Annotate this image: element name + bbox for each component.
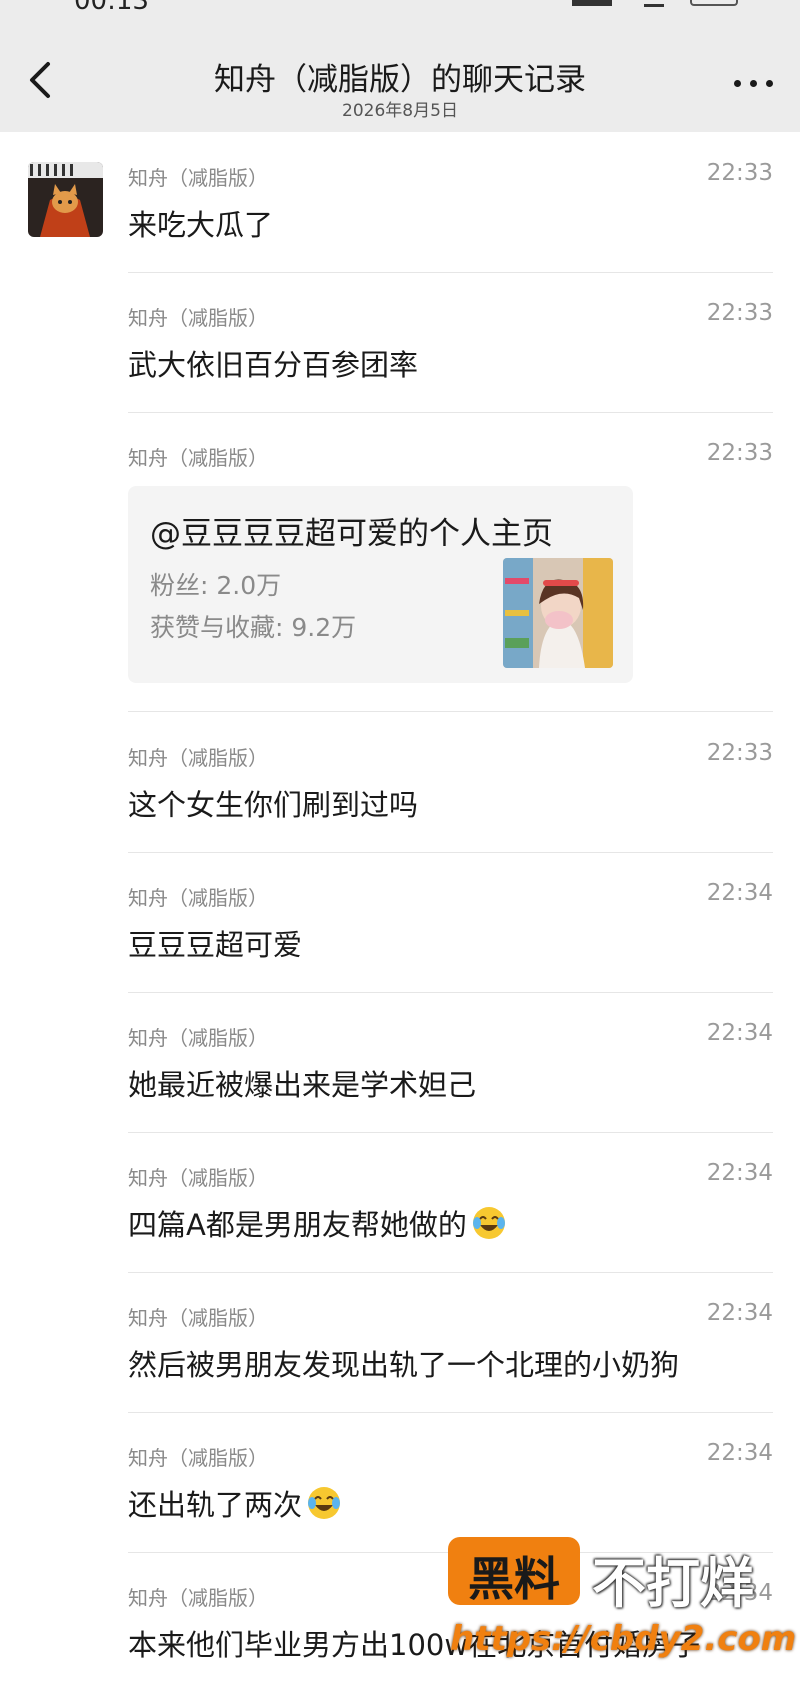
status-time: 00:13 (74, 0, 149, 16)
cat-avatar-icon (28, 162, 103, 237)
profile-thumbnail (503, 558, 613, 668)
message-text: 四篇A都是男朋友帮她做的 (128, 1202, 507, 1244)
divider (128, 852, 773, 853)
page-title: 知舟（减脂版）的聊天记录 (214, 62, 586, 98)
divider (128, 1272, 773, 1273)
message-time: 22:34 (706, 1300, 773, 1326)
message-text: 武大依旧百分百参团率 (128, 348, 419, 382)
message-item[interactable]: 知舟（减脂版） 22:33 来吃大瓜了 (128, 160, 773, 302)
battery-icon (690, 0, 738, 6)
sender-name: 知舟（减脂版） (128, 1586, 268, 1610)
message-time: 22:33 (706, 300, 773, 326)
message-text-content: 还出轨了两次 (128, 1488, 303, 1522)
message-item[interactable]: 知舟（减脂版） 22:34 她最近被爆出来是学术妲己 (128, 1020, 773, 1162)
message-time: 22:33 (706, 160, 773, 186)
message-item[interactable]: 知舟（减脂版） 22:34 豆豆豆超可爱 (128, 880, 773, 1022)
status-icons (572, 0, 742, 8)
message-text-content: 四篇A都是男朋友帮她做的 (128, 1208, 467, 1242)
sender-name: 知舟（减脂版） (128, 1446, 268, 1470)
page-date: 2026年8月5日 (342, 101, 458, 121)
divider (128, 1132, 773, 1133)
sender-name: 知舟（减脂版） (128, 746, 268, 770)
message-text: 然后被男朋友发现出轨了一个北理的小奶狗 (128, 1348, 680, 1382)
divider (128, 992, 773, 993)
sender-name: 知舟（减脂版） (128, 1306, 268, 1330)
wifi-icon (644, 0, 664, 7)
message-text: 还出轨了两次 (128, 1482, 342, 1524)
laughing-tears-emoji-icon (308, 1487, 341, 1519)
message-time: 22:34 (706, 880, 773, 906)
sender-name: 知舟（减脂版） (128, 1166, 268, 1190)
message-text: 这个女生你们刷到过吗 (128, 788, 419, 822)
profile-likes: 获赞与收藏: 9.2万 (150, 613, 357, 642)
sender-name: 知舟（减脂版） (128, 446, 268, 470)
message-item[interactable]: 知舟（减脂版） 22:33 这个女生你们刷到过吗 (128, 740, 773, 882)
message-item[interactable]: 知舟（减脂版） 22:33 武大依旧百分百参团率 (128, 300, 773, 442)
profile-followers: 粉丝: 2.0万 (150, 571, 282, 600)
message-time: 22:34 (706, 1160, 773, 1186)
status-bar: 00:13 (0, 0, 800, 18)
watermark-badge-text: 黑料 (468, 1552, 560, 1606)
more-button[interactable] (732, 76, 776, 90)
sender-name: 知舟（减脂版） (128, 306, 268, 330)
sender-name: 知舟（减脂版） (128, 886, 268, 910)
profile-card[interactable]: @豆豆豆豆超可爱的个人主页 粉丝: 2.0万 获赞与收藏: 9.2万 (128, 486, 633, 683)
divider (128, 1412, 773, 1413)
profile-photo-icon (503, 558, 613, 668)
message-item: 知舟（减脂版） 22:33 @豆豆豆豆超可爱的个人主页 粉丝: 2.0万 获赞与… (128, 440, 773, 702)
message-item[interactable]: 知舟（减脂版） 22:34 然后被男朋友发现出轨了一个北理的小奶狗 (128, 1300, 773, 1442)
avatar[interactable] (28, 162, 103, 237)
chat-history-header: 知舟（减脂版）的聊天记录 2026年8月5日 (0, 18, 800, 132)
message-item[interactable]: 知舟（减脂版） 22:34 四篇A都是男朋友帮她做的 (128, 1160, 773, 1302)
divider (128, 711, 773, 712)
sender-name: 知舟（减脂版） (128, 1026, 268, 1050)
laughing-tears-emoji-icon (472, 1207, 505, 1239)
profile-card-title: @豆豆豆豆超可爱的个人主页 (150, 516, 553, 552)
message-time: 22:33 (706, 440, 773, 466)
watermark-text: 不打烊 (592, 1552, 754, 1615)
message-time: 22:34 (706, 1020, 773, 1046)
watermark: 黑料 不打烊 https://cbdy2.com (448, 1537, 796, 1667)
message-text: 来吃大瓜了 (128, 208, 274, 242)
message-time: 22:33 (706, 740, 773, 766)
message-text: 她最近被爆出来是学术妲己 (128, 1068, 477, 1102)
divider (128, 272, 773, 273)
watermark-badge: 黑料 (448, 1537, 580, 1606)
watermark-url: https://cbdy2.com (450, 1619, 797, 1659)
sender-name: 知舟（减脂版） (128, 166, 268, 190)
message-text: 豆豆豆超可爱 (128, 928, 303, 962)
message-time: 22:34 (706, 1440, 773, 1466)
signal-icon (572, 0, 612, 6)
divider (128, 412, 773, 413)
